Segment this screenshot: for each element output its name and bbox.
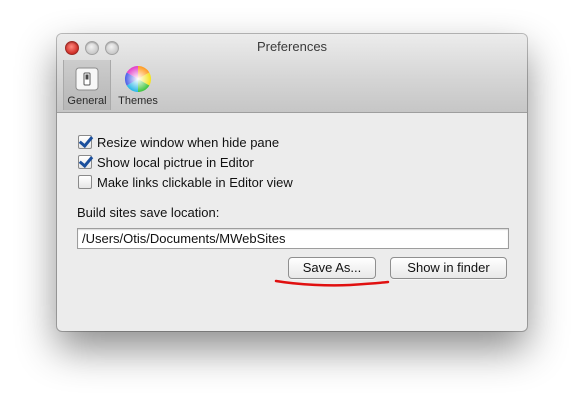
red-underline-annotation xyxy=(274,279,390,287)
